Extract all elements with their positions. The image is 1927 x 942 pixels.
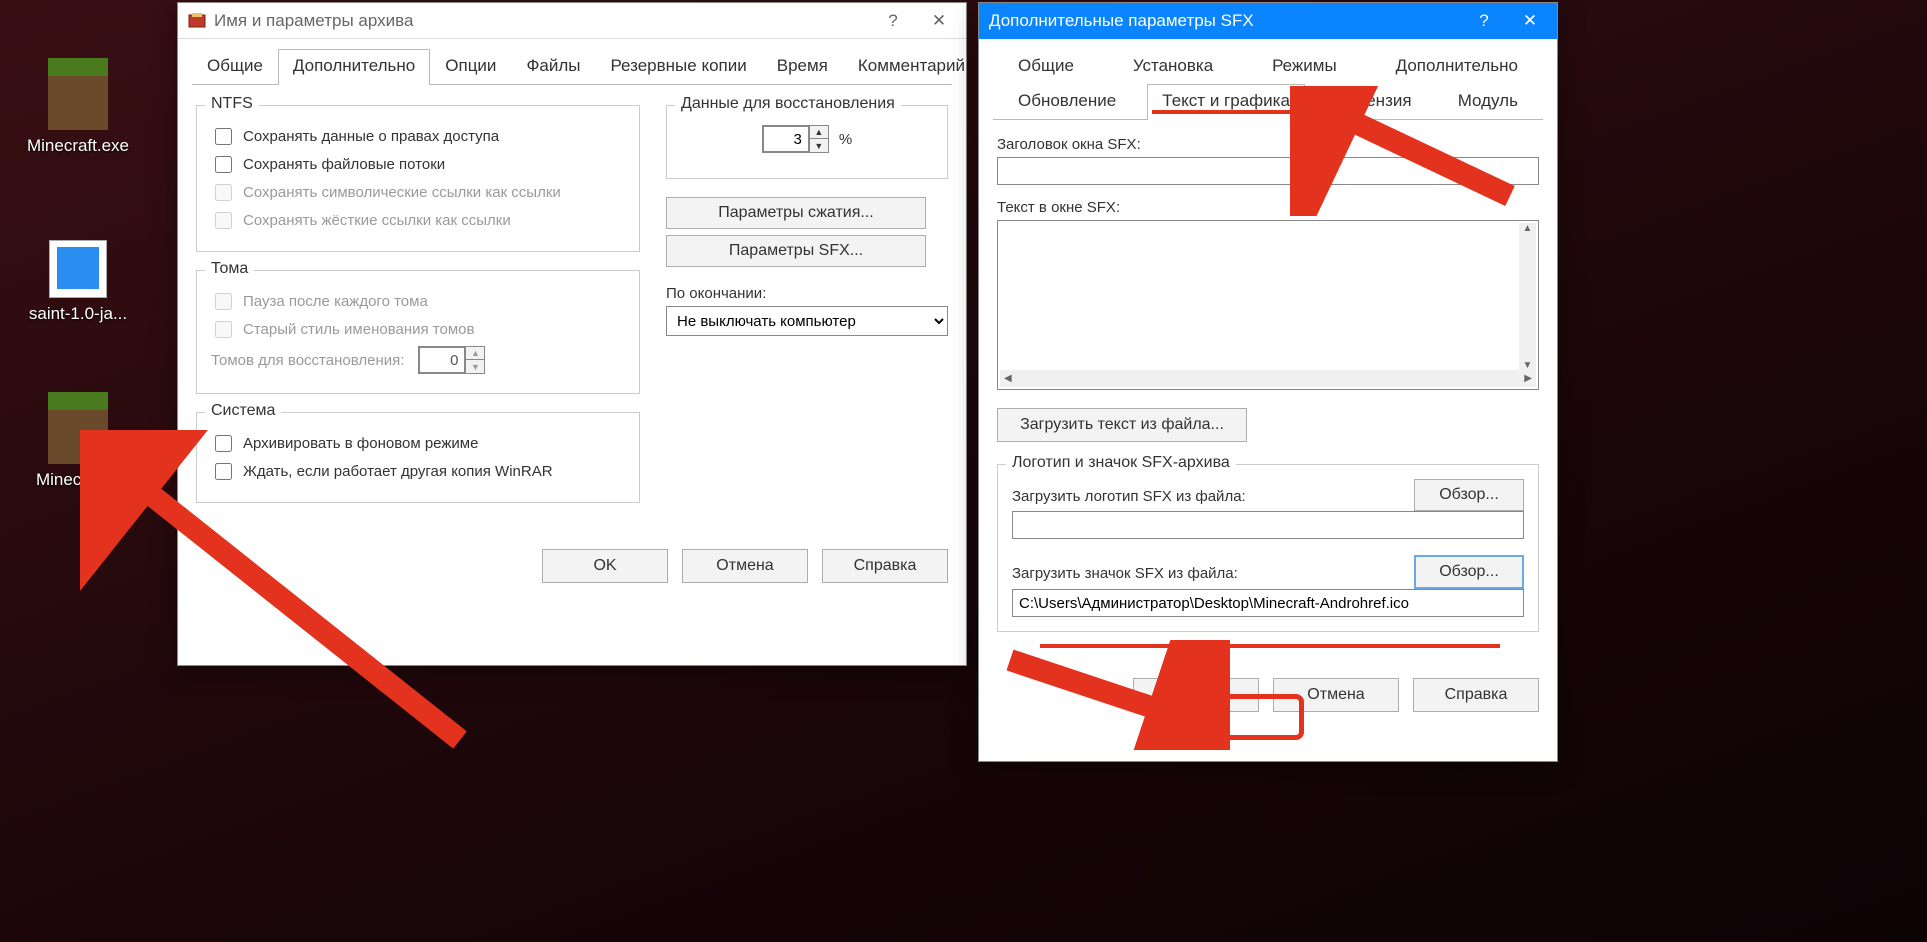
group-volumes: Тома Пауза после каждого тома Старый сти… — [196, 270, 640, 394]
cb-background[interactable] — [215, 435, 232, 452]
cancel-button[interactable]: Отмена — [682, 549, 808, 583]
dialog-footer: OK Отмена Справка — [178, 535, 966, 601]
group-legend: Тома — [205, 260, 254, 278]
tabs-row2: Обновление Текст и графика Лицензия Моду… — [979, 84, 1557, 119]
label-load-icon: Загрузить значок SFX из файла: — [1012, 565, 1238, 582]
tab-comment[interactable]: Комментарий — [843, 49, 980, 84]
tab-general[interactable]: Общие — [192, 49, 278, 84]
spin-input — [419, 347, 465, 373]
cb-label: Ждать, если работает другая копия WinRAR — [243, 463, 553, 480]
cb-wait-other[interactable] — [215, 463, 232, 480]
tab-backup[interactable]: Резервные копии — [595, 49, 761, 84]
unit-label: % — [839, 131, 852, 148]
spin-up[interactable]: ▲ — [810, 126, 828, 139]
group-legend: Логотип и значок SFX-архива — [1006, 454, 1236, 472]
cb-label: Пауза после каждого тома — [243, 293, 428, 310]
tab-module[interactable]: Модуль — [1443, 84, 1533, 119]
sfx-params-window: Дополнительные параметры SFX ? ✕ Общие У… — [978, 2, 1558, 762]
ok-button[interactable]: OK — [1133, 678, 1259, 712]
compression-params-button[interactable]: Параметры сжатия... — [666, 197, 926, 229]
group-logo-icon: Логотип и значок SFX-архива Загрузить ло… — [997, 464, 1539, 632]
load-text-button[interactable]: Загрузить текст из файла... — [997, 408, 1247, 442]
cancel-button[interactable]: Отмена — [1273, 678, 1399, 712]
tab-files[interactable]: Файлы — [511, 49, 595, 84]
group-legend: Данные для восстановления — [675, 95, 901, 113]
tab-modes[interactable]: Режимы — [1257, 49, 1352, 84]
spin-up: ▲ — [466, 347, 484, 360]
tab-advanced[interactable]: Дополнительно — [1381, 49, 1533, 84]
titlebar[interactable]: Дополнительные параметры SFX ? ✕ — [979, 3, 1557, 39]
spin-recovery-percent[interactable]: ▲▼ — [762, 125, 829, 153]
tabs: Общие Дополнительно Опции Файлы Резервны… — [178, 39, 966, 84]
cb-label: Сохранять файловые потоки — [243, 156, 445, 173]
sfx-params-button[interactable]: Параметры SFX... — [666, 235, 926, 267]
tab-advanced[interactable]: Дополнительно — [278, 49, 430, 84]
select-after-finish[interactable]: Не выключать компьютер — [666, 306, 948, 336]
tab-text-graphics[interactable]: Текст и графика — [1147, 84, 1305, 119]
label-after-finish: По окончании: — [666, 285, 948, 302]
label-load-logo: Загрузить логотип SFX из файла: — [1012, 488, 1246, 505]
dialog-footer: OK Отмена Справка — [979, 664, 1557, 730]
cb-old-naming — [215, 321, 232, 338]
browse-logo-button[interactable]: Обзор... — [1414, 479, 1524, 511]
ok-button[interactable]: OK — [542, 549, 668, 583]
cb-hardlinks — [215, 212, 232, 229]
input-logo-path[interactable] — [1012, 511, 1524, 539]
spin-input[interactable] — [763, 126, 809, 152]
cb-label: Сохранять жёсткие ссылки как ссылки — [243, 212, 511, 229]
window-title: Дополнительные параметры SFX — [989, 11, 1461, 31]
cb-save-streams[interactable] — [215, 156, 232, 173]
tab-license[interactable]: Лицензия — [1321, 84, 1427, 119]
desktop-icon-label: saint-1.0-ja... — [18, 304, 138, 324]
cb-label: Сохранять символические ссылки как ссылк… — [243, 184, 561, 201]
close-button[interactable]: ✕ — [916, 3, 962, 39]
winrar-icon — [188, 12, 206, 30]
help-button[interactable]: Справка — [1413, 678, 1539, 712]
tabs-row1: Общие Установка Режимы Дополнительно — [979, 39, 1557, 84]
desktop-icon-saint-jar[interactable]: saint-1.0-ja... — [18, 240, 138, 324]
desktop-icon-minecraft-exe[interactable]: Minecraft.exe — [18, 58, 138, 156]
label-sfx-text: Текст в окне SFX: — [997, 199, 1539, 216]
spin-down: ▼ — [466, 360, 484, 373]
help-button[interactable]: ? — [870, 3, 916, 39]
titlebar[interactable]: Имя и параметры архива ? ✕ — [178, 3, 966, 39]
desktop-icon-label: Minecraft.exe — [18, 136, 138, 156]
spin-down[interactable]: ▼ — [810, 139, 828, 152]
spin-recovery-volumes: ▲▼ — [418, 346, 485, 374]
cb-save-acl[interactable] — [215, 128, 232, 145]
label-sfx-title: Заголовок окна SFX: — [997, 136, 1539, 153]
cb-label: Старый стиль именования томов — [243, 321, 474, 338]
group-ntfs: NTFS Сохранять данные о правах доступа С… — [196, 105, 640, 252]
close-button[interactable]: ✕ — [1507, 3, 1553, 39]
document-icon — [49, 240, 107, 298]
browse-icon-button[interactable]: Обзор... — [1414, 555, 1524, 589]
textarea-sfx-text[interactable] — [998, 221, 1538, 389]
cb-label: Сохранять данные о правах доступа — [243, 128, 499, 145]
cb-label: Архивировать в фоновом режиме — [243, 435, 478, 452]
minecraft-block-icon — [42, 58, 114, 130]
input-icon-path[interactable] — [1012, 589, 1524, 617]
scrollbar-horizontal[interactable]: ◀▶ — [1000, 370, 1536, 387]
minecraft-block-icon — [42, 392, 114, 464]
help-button[interactable]: ? — [1461, 3, 1507, 39]
tab-time[interactable]: Время — [762, 49, 843, 84]
help-button[interactable]: Справка — [822, 549, 948, 583]
archive-params-window: Имя и параметры архива ? ✕ Общие Дополни… — [177, 2, 967, 666]
tab-general[interactable]: Общие — [1003, 49, 1089, 84]
tab-update[interactable]: Обновление — [1003, 84, 1131, 119]
group-system: Система Архивировать в фоновом режиме Жд… — [196, 412, 640, 503]
tab-setup[interactable]: Установка — [1118, 49, 1228, 84]
window-title: Имя и параметры архива — [214, 11, 870, 31]
cb-symlinks — [215, 184, 232, 201]
input-sfx-title[interactable] — [997, 157, 1539, 185]
group-legend: Система — [205, 402, 281, 420]
group-recovery: Данные для восстановления ▲▼ % — [666, 105, 948, 179]
group-legend: NTFS — [205, 95, 259, 113]
tab-options[interactable]: Опции — [430, 49, 511, 84]
desktop-icon-label: Minecraft... — [18, 470, 138, 490]
scrollbar-vertical[interactable]: ▲▼ — [1519, 223, 1536, 371]
cb-pause-volume — [215, 293, 232, 310]
desktop-icon-minecraft-sfx[interactable]: Minecraft... — [18, 392, 138, 490]
label-recovery-volumes: Томов для восстановления: — [211, 352, 404, 369]
